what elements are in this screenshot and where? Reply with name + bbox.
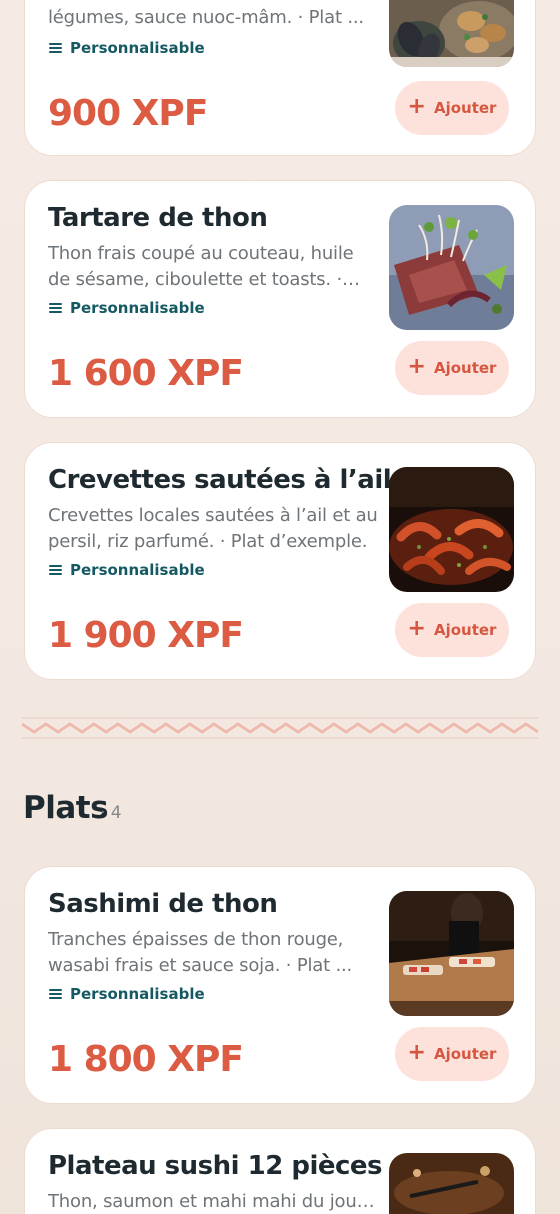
decorative-divider xyxy=(22,717,538,739)
item-title: Tartare de thon xyxy=(48,203,268,233)
dumplings-and-eggplant-photo xyxy=(389,0,514,67)
menu-item-card[interactable]: Sashimi de thon Tranches épaisses de tho… xyxy=(24,866,536,1104)
customizable-tag: Personnalisable xyxy=(48,985,205,1003)
add-button-label: Ajouter xyxy=(433,1045,497,1063)
item-title: Sashimi de thon xyxy=(48,889,278,919)
sushi-platter-photo xyxy=(389,1153,514,1214)
section-title: Plats xyxy=(23,790,109,826)
item-title: Plateau sushi 12 pièces xyxy=(48,1151,383,1181)
section-count: · 4 xyxy=(100,803,122,823)
sliders-icon xyxy=(48,987,64,1001)
tuna-tartare-photo xyxy=(389,205,514,330)
add-button-label: Ajouter xyxy=(433,359,497,377)
add-button-label: Ajouter xyxy=(433,99,497,117)
add-button[interactable]: + Ajouter xyxy=(395,81,509,135)
customizable-label: Personnalisable xyxy=(70,561,205,579)
plus-icon: + xyxy=(407,94,426,119)
sliders-icon xyxy=(48,563,64,577)
menu-item-card[interactable]: légumes, sauce nuoc-mâm. · Plat ... Pers… xyxy=(24,0,536,156)
customizable-tag: Personnalisable xyxy=(48,299,205,317)
menu-item-card[interactable]: Crevettes sautées à l’ail Crevettes loca… xyxy=(24,442,536,680)
item-price: 900 XPF xyxy=(48,93,208,134)
menu-item-card[interactable]: Plateau sushi 12 pièces Thon, saumon et … xyxy=(24,1128,536,1214)
item-description: Crevettes locales sautées à l’ail et au … xyxy=(48,505,378,552)
item-title: Crevettes sautées à l’ail xyxy=(48,465,392,495)
sliders-icon xyxy=(48,301,64,315)
plus-icon: + xyxy=(407,1040,426,1065)
item-description: Thon, saumon et mahi mahi du jour, riz xyxy=(48,1191,370,1212)
add-button-label: Ajouter xyxy=(433,621,497,639)
plus-icon: + xyxy=(407,616,426,641)
item-description: Thon frais coupé au couteau, huile de sé… xyxy=(48,243,354,290)
item-description: Tranches épaisses de thon rouge, wasabi … xyxy=(48,929,353,976)
plus-icon: + xyxy=(407,354,426,379)
customizable-label: Personnalisable xyxy=(70,985,205,1003)
customizable-label: Personnalisable xyxy=(70,39,205,57)
garlic-shrimp-photo xyxy=(389,467,514,592)
item-description: légumes, sauce nuoc-mâm. · Plat ... xyxy=(48,7,364,28)
item-price: 1 900 XPF xyxy=(48,615,244,656)
sashimi-counter-photo xyxy=(389,891,514,1016)
menu-item-card[interactable]: Tartare de thon Thon frais coupé au cout… xyxy=(24,180,536,418)
add-button[interactable]: + Ajouter xyxy=(395,341,509,395)
add-button[interactable]: + Ajouter xyxy=(395,1027,509,1081)
item-price: 1 600 XPF xyxy=(48,353,244,394)
add-button[interactable]: + Ajouter xyxy=(395,603,509,657)
customizable-tag: Personnalisable xyxy=(48,561,205,579)
customizable-label: Personnalisable xyxy=(70,299,205,317)
sliders-icon xyxy=(48,41,64,55)
customizable-tag: Personnalisable xyxy=(48,39,205,57)
item-price: 1 800 XPF xyxy=(48,1039,244,1080)
